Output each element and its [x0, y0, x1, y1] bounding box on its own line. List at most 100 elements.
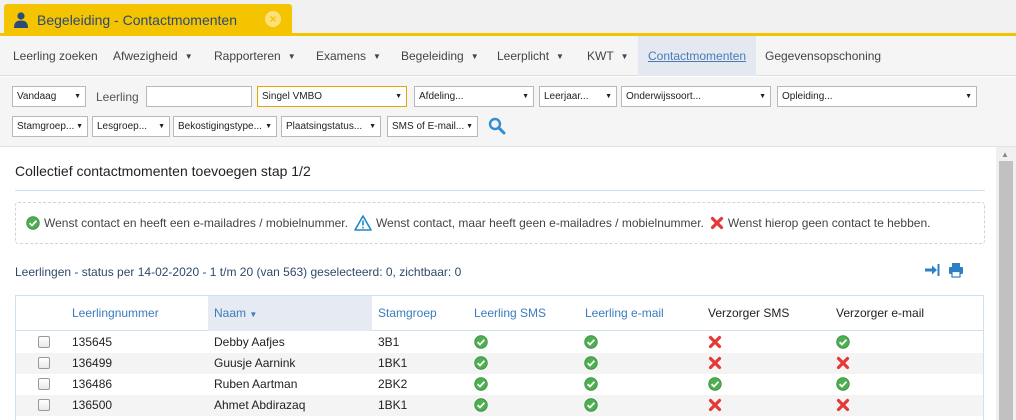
table-row[interactable]: 135645 Debby Aafjes 3B1: [16, 332, 983, 353]
caret-down-icon: ▼: [556, 52, 564, 61]
stamgroep-select[interactable]: Stamgroep... ▼: [12, 116, 88, 137]
warning-icon: [354, 215, 372, 231]
cell-naam: Guusje Aarnink: [214, 356, 296, 370]
row-checkbox[interactable]: [38, 378, 50, 390]
export-icon[interactable]: [924, 262, 940, 278]
tab-strip: Begeleiding - Contactmomenten ×: [0, 0, 1016, 36]
user-icon: [14, 11, 28, 28]
dropdown-arrow-icon: ▼: [158, 123, 165, 130]
tab-title: Begeleiding - Contactmomenten: [37, 11, 238, 28]
students-table: Leerlingnummer Naam ▼ Stamgroep Leerling…: [15, 295, 984, 420]
cell-leerlingnummer: 136486: [72, 377, 113, 391]
cell-stamgroep: 2BK2: [378, 377, 408, 391]
bekostigingstype-select[interactable]: Bekostigingstype... ▼: [173, 116, 277, 137]
table-row[interactable]: 136499 Guusje Aarnink 1BK1: [16, 353, 983, 374]
print-icon[interactable]: [948, 262, 964, 278]
table-row[interactable]: 136500 Ahmet Abdirazaq 1BK1: [16, 395, 983, 416]
table-header: Leerlingnummer Naam ▼ Stamgroep Leerling…: [16, 296, 983, 331]
cell-leerlingnummer: 136500: [72, 398, 113, 412]
cell-stamgroep: 1BK1: [378, 356, 408, 370]
close-tab-icon[interactable]: ×: [265, 11, 281, 27]
cell-naam: Ahmet Abdirazaq: [214, 398, 306, 412]
cross-icon: [836, 398, 850, 412]
menu-begeleiding[interactable]: Begeleiding ▼: [401, 36, 479, 76]
lesgroep-select[interactable]: Lesgroep... ▼: [92, 116, 170, 137]
cell-leerlingnummer: 136499: [72, 356, 113, 370]
legend-ok-text: Wenst contact en heeft een e-mailadres /…: [44, 216, 348, 230]
col-verzorger-email: Verzorger e-mail: [836, 306, 925, 320]
cell-leerlingnummer: 135645: [72, 335, 113, 349]
col-leerlingnummer[interactable]: Leerlingnummer: [72, 296, 159, 331]
afdeling-select[interactable]: Afdeling... ▼: [414, 86, 534, 107]
opleiding-select[interactable]: Opleiding... ▼: [777, 86, 977, 107]
dropdown-arrow-icon: ▼: [265, 123, 272, 130]
col-leerling-sms[interactable]: Leerling SMS: [474, 296, 546, 331]
caret-down-icon: ▼: [287, 52, 296, 61]
plaatsingstatus-select[interactable]: Plaatsingstatus... ▼: [281, 116, 381, 137]
col-verzorger-sms: Verzorger SMS: [708, 306, 790, 320]
menu-kwt[interactable]: KWT ▼: [587, 36, 629, 76]
check-circle-icon: [584, 335, 598, 349]
menu-rapporteren[interactable]: Rapporteren ▼: [214, 36, 296, 76]
col-stamgroep[interactable]: Stamgroep: [378, 296, 437, 331]
dropdown-arrow-icon: ▼: [466, 123, 473, 130]
leerling-label: Leerling: [96, 90, 139, 104]
cross-icon: [708, 335, 722, 349]
check-circle-icon: [584, 377, 598, 391]
col-leerling-email[interactable]: Leerling e-mail: [585, 296, 664, 331]
menu-leerplicht[interactable]: Leerplicht ▼: [497, 36, 564, 76]
search-icon[interactable]: [488, 117, 506, 135]
check-circle-icon: [474, 377, 488, 391]
check-circle-icon: [474, 335, 488, 349]
page-title: Collectief contactmomenten toevoegen sta…: [15, 163, 311, 179]
dropdown-arrow-icon: ▼: [76, 123, 83, 130]
menu-contactmomenten[interactable]: Contactmomenten: [638, 36, 757, 76]
onderwijssoort-select[interactable]: Onderwijssoort... ▼: [621, 86, 771, 107]
tab-contactmomenten[interactable]: Begeleiding - Contactmomenten ×: [4, 4, 292, 35]
menu-examens[interactable]: Examens ▼: [316, 36, 381, 76]
menu-gegevensopschoning[interactable]: Gegevensopschoning: [765, 36, 881, 76]
check-circle-icon: [584, 398, 598, 412]
school-select[interactable]: Singel VMBO ▼: [257, 86, 407, 107]
divider: [15, 190, 985, 191]
check-circle-icon: [836, 377, 850, 391]
main-menu: Leerling zoeken Afwezigheid ▼ Rapporteren…: [0, 36, 1016, 76]
dropdown-arrow-icon: ▼: [395, 93, 402, 100]
period-select[interactable]: Vandaag ▼: [12, 86, 86, 107]
caret-down-icon: ▼: [373, 52, 381, 61]
row-checkbox[interactable]: [38, 336, 50, 348]
status-line: Leerlingen - status per 14-02-2020 - 1 t…: [15, 265, 462, 279]
legend-no-text: Wenst hierop geen contact te hebben.: [727, 216, 931, 230]
col-naam[interactable]: Naam ▼: [208, 296, 372, 331]
dropdown-arrow-icon: ▼: [369, 123, 376, 130]
dropdown-arrow-icon: ▼: [605, 93, 612, 100]
caret-down-icon: ▼: [620, 52, 629, 61]
check-circle-icon: [584, 356, 598, 370]
dropdown-arrow-icon: ▼: [522, 93, 529, 100]
caret-down-icon: ▼: [470, 52, 479, 61]
check-circle-icon: [474, 356, 488, 370]
leerling-input[interactable]: [146, 86, 252, 107]
leerjaar-select[interactable]: Leerjaar... ▼: [539, 86, 617, 107]
cell-naam: Ruben Aartman: [214, 377, 298, 391]
row-checkbox[interactable]: [38, 357, 50, 369]
scrollbar-thumb[interactable]: [999, 161, 1013, 420]
legend-warn-text: Wenst contact, maar heeft geen e-mailadr…: [375, 216, 704, 230]
check-circle-icon: [26, 216, 40, 230]
menu-leerling-zoeken[interactable]: Leerling zoeken: [13, 36, 98, 76]
dropdown-arrow-icon: ▼: [965, 93, 972, 100]
menu-afwezigheid[interactable]: Afwezigheid ▼: [113, 36, 193, 76]
caret-down-icon: ▼: [184, 52, 193, 61]
row-checkbox[interactable]: [38, 399, 50, 411]
sms-email-select[interactable]: SMS of E-mail... ▼: [387, 116, 478, 137]
cross-icon: [708, 398, 722, 412]
table-row[interactable]: 136486 Ruben Aartman 2BK2: [16, 374, 983, 395]
sort-desc-icon: ▼: [249, 310, 258, 319]
dropdown-arrow-icon: ▼: [74, 93, 81, 100]
cell-stamgroep: 1BK1: [378, 398, 408, 412]
check-circle-icon: [708, 377, 722, 391]
dropdown-arrow-icon: ▼: [759, 93, 766, 100]
scroll-up-icon[interactable]: ▲: [1001, 150, 1009, 159]
vertical-scrollbar[interactable]: ▲: [996, 147, 1016, 420]
check-circle-icon: [474, 398, 488, 412]
